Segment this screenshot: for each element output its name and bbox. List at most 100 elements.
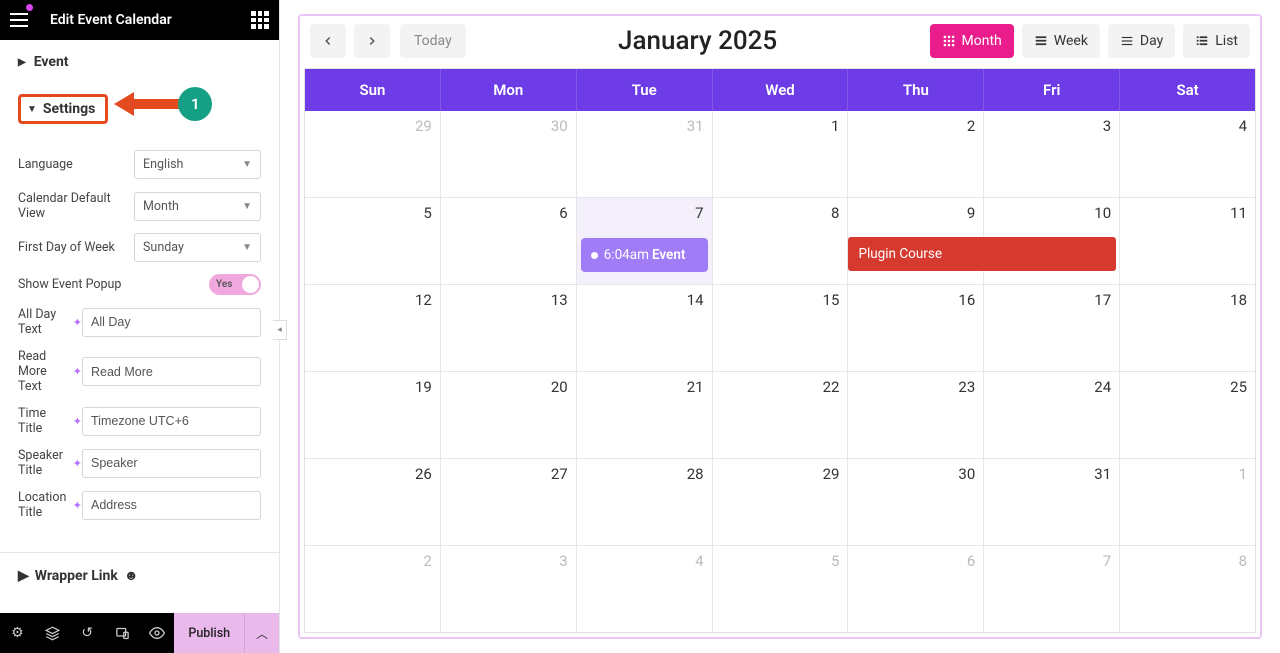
language-label: Language [18, 157, 134, 172]
calendar-row: 12131415161718 [305, 284, 1255, 371]
time-title-input[interactable] [82, 407, 261, 436]
day-cell[interactable]: 1 [1120, 459, 1255, 545]
section-wrapper-link[interactable]: ▶ Wrapper Link ☻ [0, 552, 279, 598]
caret-right-icon: ▶ [18, 57, 26, 68]
day-cell[interactable]: 3 [984, 111, 1120, 197]
day-number: 1 [721, 117, 840, 135]
read-more-input[interactable] [82, 357, 261, 386]
day-cell[interactable]: 5 [305, 198, 441, 284]
day-cell[interactable]: 30 [441, 111, 577, 197]
collapse-sidebar-handle[interactable]: ◂ [273, 320, 287, 340]
day-cell[interactable]: 8 [713, 198, 849, 284]
eye-icon[interactable] [140, 613, 175, 653]
day-cell[interactable]: 15 [713, 285, 849, 371]
view-list-label: List [1215, 33, 1238, 49]
day-cell[interactable]: 6 [441, 198, 577, 284]
day-number: 26 [313, 465, 432, 483]
chevron-down-icon: ▼ [242, 242, 252, 253]
day-number: 11 [1128, 204, 1247, 222]
view-day-button[interactable]: Day [1108, 24, 1175, 58]
day-cell[interactable]: 19 [305, 372, 441, 458]
day-cell[interactable]: 18 [1120, 285, 1255, 371]
day-cell[interactable]: 27 [441, 459, 577, 545]
calendar-row: 26 27282930311 [305, 458, 1255, 545]
day-cell[interactable]: 22 [713, 372, 849, 458]
sparkle-icon: ✦ [73, 415, 82, 428]
calendar-row: 192021222324 25 [305, 371, 1255, 458]
day-cell[interactable]: 25 [1120, 372, 1255, 458]
calendar-toolbar: Today January 2025 Month Week Day [304, 20, 1256, 68]
hamburger-menu-icon[interactable] [10, 7, 36, 33]
day-cell[interactable]: 11 [1120, 198, 1255, 284]
speaker-title-input[interactable] [82, 449, 261, 478]
day-cell[interactable]: 31 [577, 111, 713, 197]
all-day-input[interactable] [82, 308, 261, 337]
view-month-button[interactable]: Month [930, 24, 1014, 58]
day-cell[interactable]: 3 [441, 546, 577, 632]
day-cell[interactable]: 8 [1120, 546, 1255, 632]
show-popup-value: Yes [216, 279, 232, 290]
day-cell[interactable]: 29 [305, 111, 441, 197]
day-cell[interactable]: 13 [441, 285, 577, 371]
view-day-label: Day [1140, 33, 1163, 49]
gear-icon[interactable]: ⚙ [0, 613, 35, 653]
prev-button[interactable] [310, 24, 346, 58]
event-plugin-course[interactable]: Plugin Course [848, 237, 1116, 271]
calendar-grid: SunMonTueWedThuFriSat 29303112345676:04a… [304, 68, 1256, 633]
day-cell[interactable]: 29 [713, 459, 849, 545]
day-cell[interactable]: 16 [848, 285, 984, 371]
calendar-widget: Today January 2025 Month Week Day [298, 14, 1262, 639]
day-cell[interactable]: 21 [577, 372, 713, 458]
day-number: 31 [585, 117, 704, 135]
language-select[interactable]: English ▼ [134, 150, 261, 179]
day-cell[interactable]: 6 [848, 546, 984, 632]
section-settings[interactable]: ▼ Settings [18, 94, 108, 124]
apps-grid-icon[interactable] [251, 11, 269, 29]
day-cell[interactable]: 7 [984, 546, 1120, 632]
today-button[interactable]: Today [400, 24, 466, 58]
day-cell[interactable]: 24 [984, 372, 1120, 458]
day-cell[interactable]: 23 [848, 372, 984, 458]
day-cell[interactable]: 17 [984, 285, 1120, 371]
sidebar-body: ▶ Event ▼ Settings 1 Language English [0, 40, 279, 613]
day-cell[interactable]: 4 [577, 546, 713, 632]
sidebar-footer: ⚙ ↺ Publish ︿ [0, 613, 279, 653]
day-cell[interactable]: 28 [577, 459, 713, 545]
layers-icon[interactable] [35, 613, 70, 653]
default-view-select[interactable]: Month ▼ [134, 192, 261, 221]
day-cell[interactable]: 1 [713, 111, 849, 197]
caret-right-icon: ▶ [18, 568, 29, 584]
day-cell[interactable]: 76:04am Event [577, 198, 713, 284]
annotation-arrow [114, 92, 180, 116]
day-number: 25 [1128, 378, 1247, 396]
day-cell[interactable]: 30 [848, 459, 984, 545]
day-cell[interactable]: 4 [1120, 111, 1255, 197]
day-cell[interactable]: 2 [848, 111, 984, 197]
day-cell[interactable]: 31 [984, 459, 1120, 545]
publish-button[interactable]: Publish [174, 613, 244, 653]
first-day-select[interactable]: Sunday ▼ [134, 233, 261, 262]
day-cell[interactable]: 14 [577, 285, 713, 371]
day-number: 5 [313, 204, 432, 222]
chevron-down-icon: ▼ [242, 159, 252, 170]
next-button[interactable] [354, 24, 390, 58]
view-list-button[interactable]: List [1183, 24, 1250, 58]
day-cell[interactable]: 2 [305, 546, 441, 632]
show-popup-toggle[interactable]: Yes [209, 274, 261, 295]
event-item[interactable]: 6:04am Event [581, 238, 708, 272]
responsive-icon[interactable] [105, 613, 140, 653]
day-cell[interactable]: 12 [305, 285, 441, 371]
location-title-input[interactable] [82, 491, 261, 520]
calendar-title: January 2025 [466, 26, 930, 56]
view-week-button[interactable]: Week [1022, 24, 1100, 58]
day-cell[interactable]: 5 [713, 546, 849, 632]
section-event[interactable]: ▶ Event [0, 40, 279, 84]
day-number: 9 [856, 204, 975, 222]
publish-options-button[interactable]: ︿ [244, 613, 279, 653]
section-event-label: Event [34, 54, 69, 70]
history-icon[interactable]: ↺ [70, 613, 105, 653]
day-cell[interactable]: 20 [441, 372, 577, 458]
day-cell[interactable]: 26 [305, 459, 441, 545]
day-number: 10 [992, 204, 1111, 222]
sparkle-icon: ✦ [73, 365, 82, 378]
